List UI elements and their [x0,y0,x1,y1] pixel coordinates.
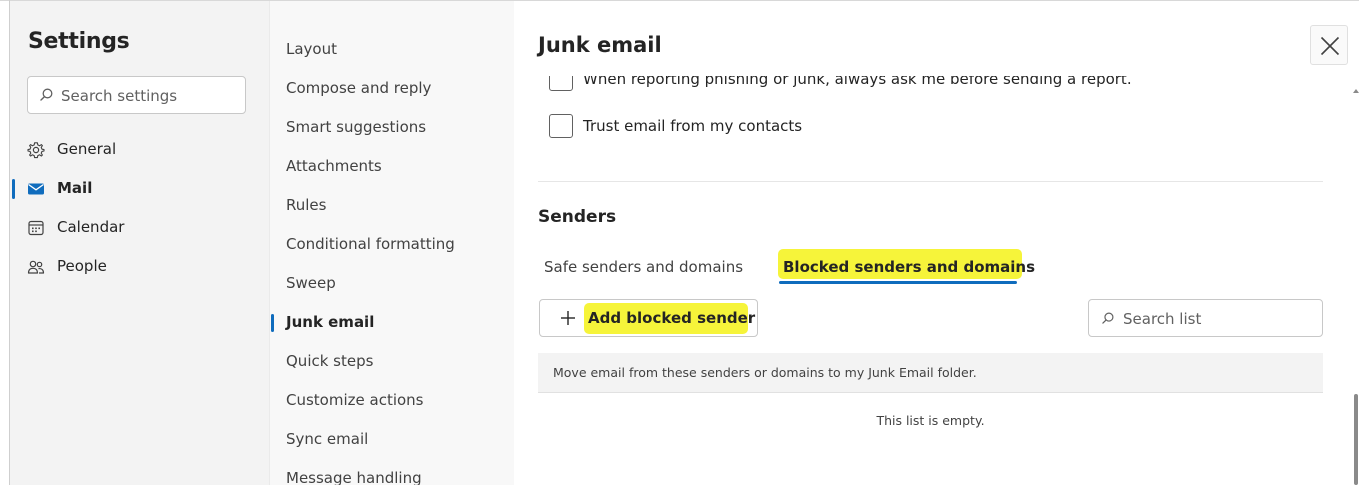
nav-item-label: Message handling [286,469,422,485]
category-label: Calendar [57,218,125,236]
checkbox-label: When reporting phishing or junk, always … [583,76,1132,88]
people-icon [27,260,45,274]
plus-icon [561,311,575,325]
senders-heading: Senders [538,207,617,227]
nav-item-rules[interactable]: Rules [270,187,515,225]
nav-item-sweep[interactable]: Sweep [270,265,515,303]
category-label: Mail [57,179,93,197]
settings-title: Settings [28,29,130,54]
checkbox-label: Trust email from my contacts [583,117,803,135]
search-list-input[interactable]: Search list [1088,299,1323,337]
nav-item-label: Customize actions [286,391,424,409]
category-general[interactable]: General [10,132,269,168]
category-mail[interactable]: Mail [10,171,269,207]
calendar-icon [28,220,44,236]
nav-item-sync-email[interactable]: Sync email [270,421,515,459]
add-blocked-sender-label: Add blocked sender [588,309,756,327]
nav-item-conditional-formatting[interactable]: Conditional formatting [270,226,515,264]
search-icon [1102,312,1114,324]
tab-label: Blocked senders and domains [783,258,1036,276]
active-indicator [271,314,274,332]
nav-item-smart-suggestions[interactable]: Smart suggestions [270,109,515,147]
trust-contacts-checkbox[interactable] [549,114,573,138]
settings-sidebar: Settings Search settings General Mail Ca… [10,1,269,485]
nav-item-customize-actions[interactable]: Customize actions [270,382,515,420]
empty-list-message: This list is empty. [876,413,985,428]
nav-item-label: Junk email [286,313,375,331]
tab-label: Safe senders and domains [544,258,744,276]
list-header-text: Move email from these senders or domains… [553,365,977,380]
junk-email-panel: Junk email When reporting phishing or ju… [514,1,1359,485]
category-label: People [57,257,107,275]
blocked-list-header: Move email from these senders or domains… [538,353,1323,393]
nav-item-label: Compose and reply [286,79,432,97]
search-list-placeholder: Search list [1123,310,1202,328]
close-icon [1320,36,1340,56]
nav-item-layout[interactable]: Layout [270,31,515,69]
nav-item-label: Sync email [286,430,369,448]
gear-icon [27,142,45,159]
nav-item-quick-steps[interactable]: Quick steps [270,343,515,381]
close-button[interactable] [1310,25,1348,65]
page-title: Junk email [538,33,662,57]
mail-icon [28,183,44,195]
scroll-up-arrow-icon[interactable] [1353,89,1359,93]
nav-item-label: Layout [286,40,337,58]
section-divider [538,181,1323,182]
search-settings-placeholder: Search settings [61,87,178,105]
selected-tab-indicator [779,281,1017,284]
search-icon [40,88,53,101]
active-indicator [12,179,15,199]
settings-window: Settings Search settings General Mail Ca… [0,0,1359,485]
junk-settings-content[interactable]: When reporting phishing or junk, always … [514,76,1359,485]
nav-item-label: Rules [286,196,327,214]
nav-item-attachments[interactable]: Attachments [270,148,515,186]
nav-item-label: Attachments [286,157,382,175]
scrollbar-thumb[interactable] [1354,394,1358,485]
add-blocked-sender-button[interactable]: Add blocked sender [539,299,758,337]
nav-item-label: Sweep [286,274,336,292]
nav-item-message-handling[interactable]: Message handling [270,460,515,485]
tab-safe-senders[interactable]: Safe senders and domains [544,257,743,287]
category-calendar[interactable]: Calendar [10,210,269,246]
nav-item-label: Quick steps [286,352,374,370]
category-label: General [57,140,117,158]
nav-item-label: Smart suggestions [286,118,427,136]
nav-item-compose-and-reply[interactable]: Compose and reply [270,70,515,108]
ask-before-report-checkbox[interactable] [549,76,573,91]
nav-item-junk-email[interactable]: Junk email [270,304,515,342]
mail-settings-nav: Layout Compose and reply Smart suggestio… [269,1,514,485]
search-settings-input[interactable]: Search settings [27,76,246,114]
nav-item-label: Conditional formatting [286,235,455,253]
category-people[interactable]: People [10,249,269,285]
